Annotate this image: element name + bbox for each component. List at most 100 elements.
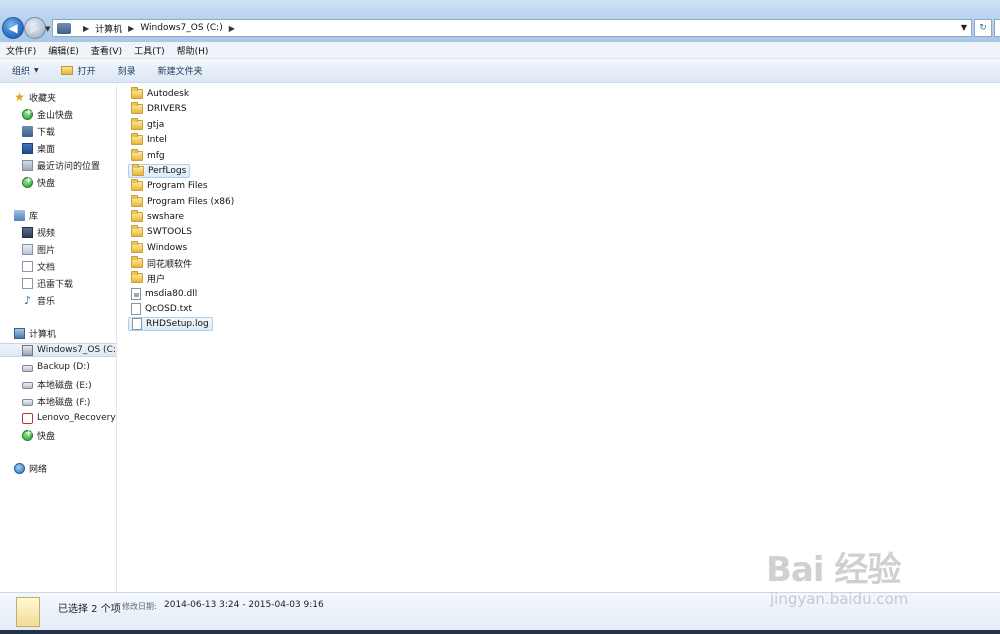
nav-libraries-header[interactable]: 库 xyxy=(14,208,38,222)
hard-drive-icon xyxy=(22,398,33,406)
nav-item-pictures[interactable]: 图片 xyxy=(22,242,55,256)
folder-icon xyxy=(131,102,143,114)
network-icon xyxy=(14,462,25,474)
navigation-pane[interactable]: ★ 收藏夹 金山快盘 下载 桌面 最近访问的位置 快盘 库 视频 图片 文档 迅… xyxy=(0,84,117,592)
menu-help[interactable]: 帮助(H) xyxy=(177,44,209,57)
file-item-windows[interactable]: Windows xyxy=(128,241,190,255)
nav-label: 本地磁盘 (F:) xyxy=(37,397,91,408)
video-icon xyxy=(22,226,33,238)
recent-pages-dropdown-icon[interactable]: ▼ xyxy=(45,25,50,33)
nav-item-drive-d[interactable]: Backup (D:) xyxy=(22,360,90,374)
nav-item-downloads[interactable]: 下载 xyxy=(22,124,55,138)
back-button[interactable]: ◀ xyxy=(2,17,24,39)
open-button[interactable]: 打开 xyxy=(60,64,96,77)
open-folder-icon xyxy=(60,66,73,75)
file-item-mfg[interactable]: mfg xyxy=(128,149,168,163)
nav-label: Windows7_OS (C:) xyxy=(37,345,117,355)
file-item-intel[interactable]: Intel xyxy=(128,133,170,147)
search-input[interactable] xyxy=(994,19,1000,37)
nav-label: 快盘 xyxy=(37,431,56,442)
nav-item-drive-f[interactable]: 本地磁盘 (F:) xyxy=(22,394,90,408)
nav-item-kuaipan[interactable]: 快盘 xyxy=(22,175,55,189)
file-item-perflogs[interactable]: PerfLogs xyxy=(128,164,191,178)
chevron-down-icon: ▼ xyxy=(34,67,39,74)
menu-edit[interactable]: 编辑(E) xyxy=(48,44,79,57)
kuaipan-icon xyxy=(22,176,33,188)
file-list[interactable]: Autodesk DRIVERS gtja Intel mfg PerfLogs… xyxy=(118,84,1000,592)
nav-item-thunder-downloads[interactable]: 迅雷下载 xyxy=(22,276,73,290)
selection-count: 已选择 2 个项 xyxy=(58,604,121,615)
file-item-qcosd-txt[interactable]: QcOSD.txt xyxy=(128,302,195,316)
taskbar xyxy=(0,630,1000,634)
file-name: 同花顺软件 xyxy=(147,259,193,270)
file-item-msdia80-dll[interactable]: msdia80.dll xyxy=(128,287,200,301)
nav-item-drive-c[interactable]: Windows7_OS (C:) xyxy=(0,343,116,357)
nav-item-recent-places[interactable]: 最近访问的位置 xyxy=(22,158,100,172)
file-item-program-files-x86[interactable]: Program Files (x86) xyxy=(128,195,237,209)
download-folder-icon xyxy=(22,125,33,137)
refresh-button[interactable]: ↻ xyxy=(974,19,992,37)
folder-icon xyxy=(131,179,143,191)
file-name: gtja xyxy=(147,120,165,130)
nav-label: 桌面 xyxy=(37,144,56,155)
breadcrumb-separator-icon[interactable]: ▶ xyxy=(229,24,235,33)
folder-icon xyxy=(131,149,143,161)
nav-item-lenovo-recovery[interactable]: Lenovo_Recovery ( xyxy=(22,411,117,425)
nav-label: 网络 xyxy=(29,464,48,475)
nav-label: Lenovo_Recovery ( xyxy=(37,413,117,423)
file-item-tonghuashun[interactable]: 同花顺软件 xyxy=(128,256,195,270)
breadcrumb-separator-icon[interactable]: ▶ xyxy=(83,24,89,33)
nav-item-kuaipan-drive[interactable]: 快盘 xyxy=(22,428,55,442)
burn-button[interactable]: 刻录 xyxy=(118,64,136,77)
file-name: DRIVERS xyxy=(147,104,187,114)
nav-item-music[interactable]: ♪ 音乐 xyxy=(22,293,55,307)
menu-view[interactable]: 查看(V) xyxy=(91,44,122,57)
organize-button[interactable]: 组织 ▼ xyxy=(12,64,39,77)
file-name: Program Files (x86) xyxy=(147,197,235,207)
multiple-files-icon xyxy=(16,597,40,627)
kuaipan-icon xyxy=(22,108,33,120)
breadcrumb-computer[interactable]: 计算机 xyxy=(95,22,122,35)
nav-favorites-header[interactable]: ★ 收藏夹 xyxy=(14,90,56,104)
file-item-program-files[interactable]: Program Files xyxy=(128,179,211,193)
file-name: swshare xyxy=(147,212,184,222)
menu-file[interactable]: 文件(F) xyxy=(6,44,36,57)
nav-label: 计算机 xyxy=(29,329,57,340)
new-folder-label: 新建文件夹 xyxy=(157,67,203,77)
nav-item-documents[interactable]: 文档 xyxy=(22,259,55,273)
folder-icon xyxy=(131,118,143,130)
breadcrumb-drive-c[interactable]: Windows7_OS (C:) xyxy=(140,23,222,33)
forward-button[interactable]: ▶ xyxy=(24,17,46,39)
new-folder-button[interactable]: 新建文件夹 xyxy=(158,64,203,77)
menu-bar: 文件(F) 编辑(E) 查看(V) 工具(T) 帮助(H) xyxy=(0,42,1000,59)
library-icon xyxy=(14,209,25,221)
nav-item-jinshan-kuaipan[interactable]: 金山快盘 xyxy=(22,107,73,121)
breadcrumb-separator-icon[interactable]: ▶ xyxy=(128,24,134,33)
file-item-drivers[interactable]: DRIVERS xyxy=(128,102,190,116)
file-item-swshare[interactable]: swshare xyxy=(128,210,187,224)
arrow-right-icon: ▶ xyxy=(30,21,40,35)
file-item-autodesk[interactable]: Autodesk xyxy=(128,87,192,101)
file-item-users[interactable]: 用户 xyxy=(128,271,168,285)
address-bar[interactable]: ▶ 计算机 ▶ Windows7_OS (C:) ▶ ▼ xyxy=(52,19,972,37)
file-name: mfg xyxy=(147,151,165,161)
file-item-gtja[interactable]: gtja xyxy=(128,118,167,132)
music-note-icon: ♪ xyxy=(23,293,32,307)
menu-tools[interactable]: 工具(T) xyxy=(134,44,165,57)
address-dropdown-icon[interactable]: ▼ xyxy=(961,23,967,32)
nav-label: 下载 xyxy=(37,127,56,138)
file-name: PerfLogs xyxy=(148,166,187,176)
nav-item-drive-e[interactable]: 本地磁盘 (E:) xyxy=(22,377,92,391)
recovery-drive-icon xyxy=(22,412,33,424)
file-name: Intel xyxy=(147,135,167,145)
nav-item-videos[interactable]: 视频 xyxy=(22,225,55,239)
document-icon xyxy=(22,260,33,272)
dll-file-icon xyxy=(131,288,141,300)
nav-item-desktop[interactable]: 桌面 xyxy=(22,141,55,155)
thunder-download-icon xyxy=(22,277,33,289)
file-item-swtools[interactable]: SWTOOLS xyxy=(128,225,195,239)
nav-network-header[interactable]: 网络 xyxy=(14,461,47,475)
nav-computer-header[interactable]: 计算机 xyxy=(14,326,56,340)
modified-date-label: 修改日期: xyxy=(122,602,157,611)
file-item-rhdsetup-log[interactable]: RHDSetup.log xyxy=(128,317,213,331)
